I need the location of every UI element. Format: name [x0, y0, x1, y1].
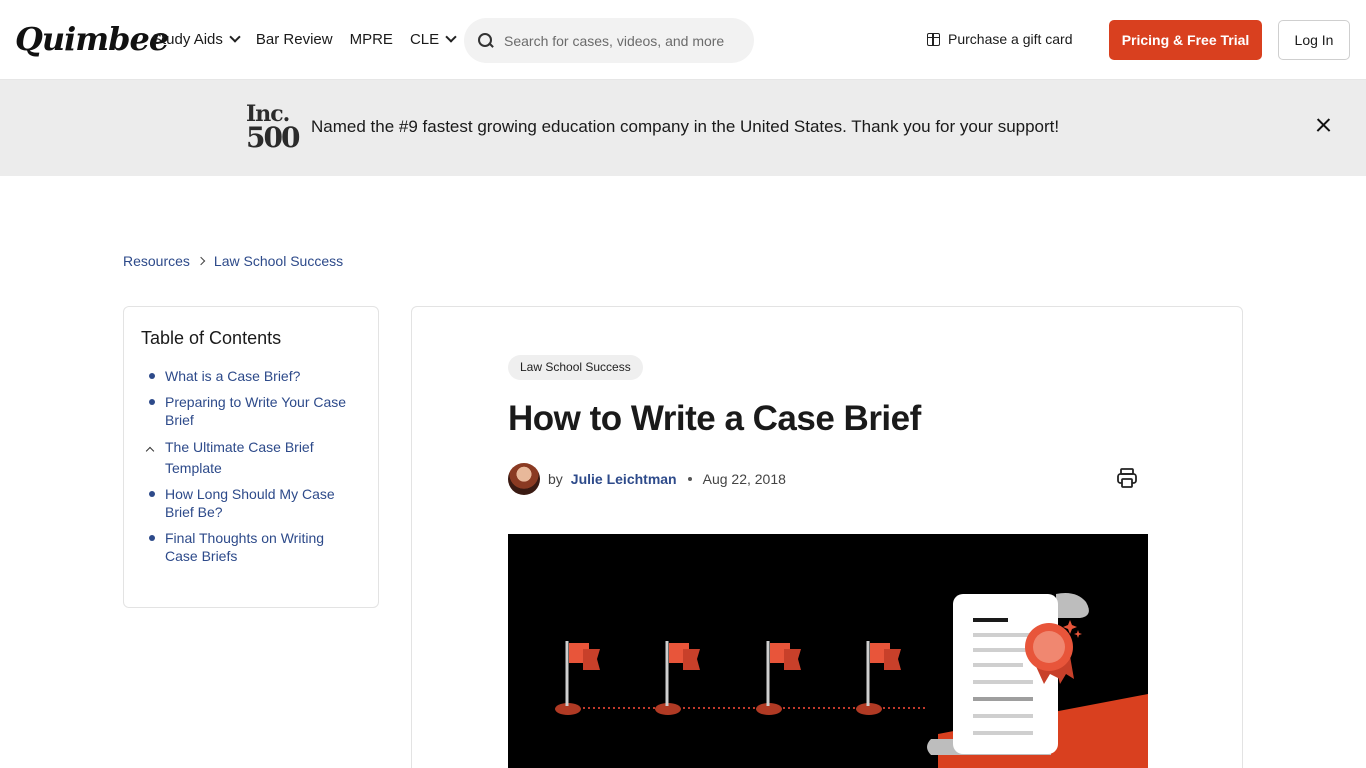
hero-illustration — [508, 534, 1148, 768]
toc-item-final-thoughts[interactable]: Final Thoughts on Writing Case Briefs — [148, 529, 360, 565]
banner-message: Named the #9 fastest growing education c… — [311, 117, 1060, 136]
nav-mpre-label: MPRE — [349, 31, 393, 48]
nav-bar-review[interactable]: Bar Review — [256, 31, 333, 48]
quimbee-logo[interactable]: Quimbee — [15, 20, 169, 58]
site-header: Quimbee Study Aids Bar Review MPRE CLE P… — [0, 0, 1366, 80]
search-bar[interactable] — [464, 18, 754, 63]
separator-dot — [687, 477, 692, 481]
toc-item-preparing[interactable]: Preparing to Write Your Case Brief — [148, 393, 360, 429]
inc-logo-line2: 500 — [246, 121, 300, 154]
category-tag[interactable]: Law School Success — [508, 355, 643, 380]
chevron-right-icon — [196, 256, 206, 266]
toc-list: What is a Case Brief? Preparing to Write… — [145, 367, 360, 573]
gift-card-label: Purchase a gift card — [948, 31, 1073, 47]
chevron-down-icon — [445, 31, 457, 43]
breadcrumb-law-school-success[interactable]: Law School Success — [214, 253, 343, 269]
login-button[interactable]: Log In — [1278, 20, 1350, 60]
nav-cle[interactable]: CLE — [409, 31, 457, 48]
nav-bar-review-label: Bar Review — [255, 31, 333, 48]
article-card: Law School Success How to Write a Case B… — [411, 306, 1243, 768]
search-input[interactable] — [504, 32, 744, 49]
author-avatar — [508, 463, 540, 495]
toc-item-how-long[interactable]: How Long Should My Case Brief Be? — [148, 485, 360, 521]
pricing-free-trial-button[interactable]: Pricing & Free Trial — [1109, 20, 1262, 60]
main-nav: Study Aids Bar Review MPRE CLE — [152, 31, 472, 48]
author-link[interactable]: Julie Leichtman — [571, 471, 677, 487]
inc-500-logo: Inc. 500 — [246, 102, 300, 154]
byline-by: by — [548, 471, 563, 487]
nav-study-aids-label: Study Aids — [152, 31, 223, 48]
toc-item-what-is-case-brief[interactable]: What is a Case Brief? — [148, 367, 360, 385]
chevron-down-icon — [229, 31, 241, 43]
close-icon[interactable] — [1314, 115, 1334, 135]
nav-study-aids[interactable]: Study Aids — [152, 31, 241, 48]
table-of-contents: Table of Contents What is a Case Brief? … — [123, 306, 379, 608]
announcement-banner: Inc. 500 Named the #9 fastest growing ed… — [0, 80, 1366, 176]
toc-item-ultimate-template[interactable]: The Ultimate Case Brief Template — [145, 437, 360, 479]
search-icon — [478, 33, 493, 48]
breadcrumb-resources[interactable]: Resources — [123, 253, 190, 269]
publish-date: Aug 22, 2018 — [702, 471, 786, 487]
article-title: How to Write a Case Brief — [508, 399, 921, 438]
printer-icon[interactable] — [1116, 467, 1138, 489]
toc-title: Table of Contents — [141, 328, 282, 348]
nav-cle-label: CLE — [409, 31, 440, 48]
breadcrumb: Resources Law School Success — [123, 253, 343, 269]
gift-icon — [927, 32, 940, 46]
toc-item-ultimate-template-label: The Ultimate Case Brief Template — [165, 439, 314, 476]
nav-mpre[interactable]: MPRE — [350, 31, 393, 48]
chevron-up-icon[interactable] — [145, 446, 155, 456]
byline: by Julie Leichtman Aug 22, 2018 — [508, 463, 786, 495]
gift-card-link[interactable]: Purchase a gift card — [927, 31, 1073, 47]
